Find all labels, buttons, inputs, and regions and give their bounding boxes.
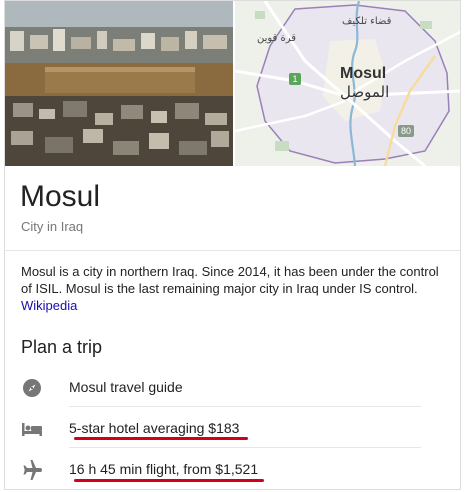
title-section: Mosul City in Iraq [5, 166, 460, 251]
city-photo-illustration [5, 1, 233, 166]
hero-images: قضاء تلكيف قرة قوين Mosul الموصل 1 80 [5, 1, 460, 166]
row-divider [69, 447, 421, 448]
map-city-label-en: Mosul [340, 65, 387, 82]
plan-trip-heading: Plan a trip [21, 337, 103, 357]
road-shield-80: 80 [398, 125, 414, 137]
plan-item-hotel[interactable]: 5-star hotel averaging $183 [5, 408, 460, 448]
plan-item-travel-guide[interactable]: Mosul travel guide [5, 367, 460, 407]
place-description: Mosul is a city in northern Iraq. Since … [21, 263, 441, 314]
map-city-label-ar: الموصل [340, 83, 390, 101]
plan-item-label: 5-star hotel averaging $183 [69, 420, 240, 436]
city-photo[interactable] [5, 1, 233, 166]
place-title: Mosul [20, 180, 101, 213]
city-map[interactable]: قضاء تلكيف قرة قوين Mosul الموصل 1 80 [235, 1, 460, 166]
road-shield-1: 1 [289, 73, 301, 85]
annotation-underline-hotel [74, 437, 248, 440]
airplane-icon [23, 460, 42, 480]
wikipedia-link[interactable]: Wikipedia [21, 298, 77, 313]
plan-item-label: 16 h 45 min flight, from $1,521 [69, 461, 259, 477]
place-subtitle: City in Iraq [21, 219, 84, 234]
plan-item-label: Mosul travel guide [69, 379, 183, 395]
map-district-label-2: قرة قوين [257, 33, 297, 44]
map-district-label-1: قضاء تلكيف [342, 16, 392, 27]
knowledge-panel: قضاء تلكيف قرة قوين Mosul الموصل 1 80 Mo… [4, 0, 461, 490]
compass-icon [23, 379, 41, 397]
description-text: Mosul is a city in northern Iraq. Since … [21, 264, 439, 296]
bed-icon [22, 423, 42, 436]
annotation-underline-flight [74, 479, 264, 482]
row-divider [69, 406, 421, 407]
plan-item-flight[interactable]: 16 h 45 min flight, from $1,521 [5, 449, 460, 489]
